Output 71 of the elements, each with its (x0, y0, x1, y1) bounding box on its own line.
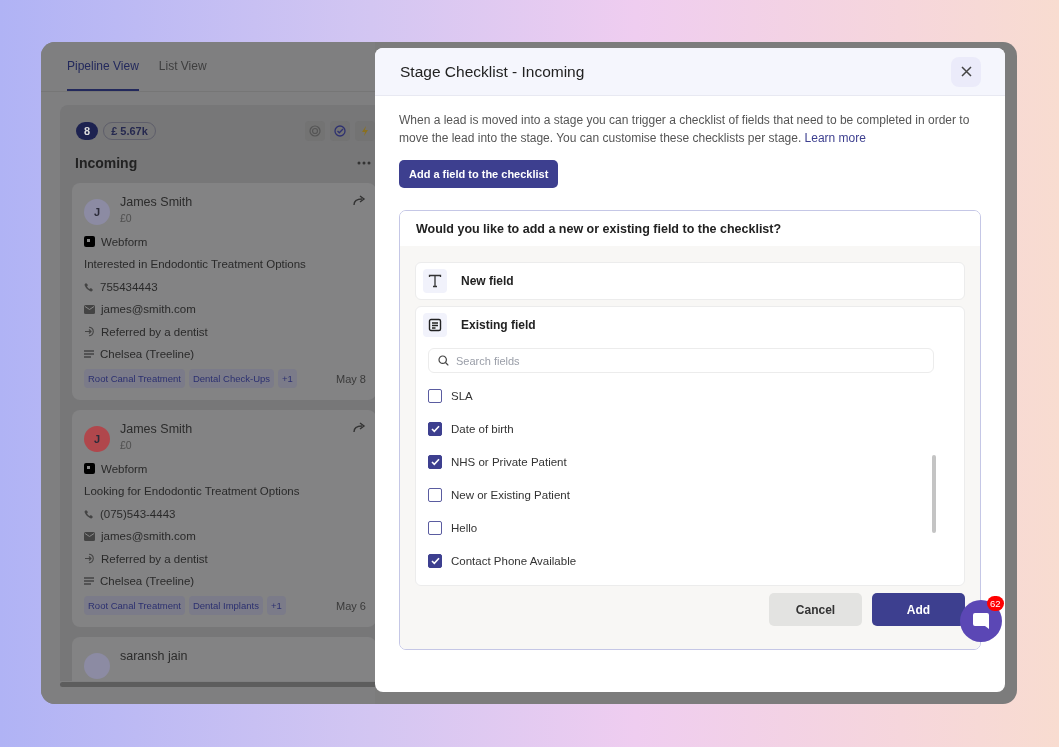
lead-location: Chelsea (Treeline) (100, 348, 195, 360)
checkbox[interactable] (428, 520, 442, 535)
learn-more-link[interactable]: Learn more (804, 131, 866, 145)
field-checkbox-row[interactable]: SLA (428, 379, 577, 412)
lead-source: Webform (101, 235, 148, 248)
add-field-button[interactable]: Add a field to the checklist (399, 160, 559, 188)
lead-referral: Referred by a dentist (101, 552, 208, 565)
checkbox[interactable] (428, 454, 442, 469)
field-checkbox-row[interactable]: Date of birth (428, 412, 577, 445)
field-checkbox-row[interactable]: Contact Phone Available (428, 544, 577, 577)
lead-name: saransh jain (120, 649, 189, 663)
avatar: J (84, 426, 110, 452)
forward-arrow-icon[interactable] (353, 422, 366, 433)
mail-icon (84, 304, 95, 314)
search-field[interactable]: Search fields (428, 348, 934, 373)
add-button[interactable]: Add (872, 593, 965, 626)
enter-icon (84, 553, 95, 564)
mail-icon (84, 531, 95, 541)
description-text: When a lead is moved into a stage you can trigger a checklist of fields that need to be completed in order to move the lead into the stage. You can customise these checklists per stage. Learn more (399, 112, 971, 147)
tag: Root Canal Treatment (84, 596, 185, 615)
tag: Dental Implants (188, 596, 263, 615)
forward-arrow-icon[interactable] (353, 195, 366, 206)
chat-bubble-icon (972, 612, 990, 630)
column-title: Incoming (75, 155, 138, 171)
enter-icon (84, 326, 95, 337)
lead-name: James Smith (120, 422, 194, 436)
lead-referral: Referred by a dentist (101, 325, 208, 338)
tag: Dental Check-Ups (188, 369, 275, 388)
lead-count-badge: 8 (76, 122, 99, 140)
lead-note: Looking for Endodontic Treatment Options (84, 485, 300, 497)
lead-email: james@smith.com (101, 530, 196, 542)
lead-phone: 755434443 (100, 280, 158, 293)
lead-note: Interested in Endodontic Treatment Options (84, 258, 306, 270)
phone-icon (84, 508, 94, 519)
field-checkbox-row[interactable]: NHS or Private Patient (428, 445, 577, 478)
cancel-button[interactable]: Cancel (769, 593, 862, 626)
more-tags-badge: +1 (278, 369, 297, 388)
form-icon (84, 236, 95, 247)
lead-name: James Smith (120, 195, 194, 209)
lead-location: Chelsea (Treeline) (100, 575, 195, 587)
vertical-scrollbar[interactable] (932, 455, 936, 533)
lead-email: james@smith.com (101, 303, 196, 315)
list-icon (84, 349, 94, 359)
field-option[interactable]: New field (415, 262, 965, 300)
lead-date: May 6 (336, 599, 366, 612)
option-label: New field (461, 274, 514, 288)
list-icon (84, 576, 94, 586)
phone-icon (84, 281, 94, 292)
lead-source: Webform (101, 462, 148, 475)
lead-phone: (075)543-4443 (100, 507, 176, 520)
field-checkbox-row[interactable]: New or Existing Patient (428, 478, 577, 511)
lead-date: May 8 (336, 372, 366, 385)
text-icon (423, 269, 447, 293)
view-tab[interactable]: Pipeline View (67, 42, 139, 91)
checkbox[interactable] (428, 487, 442, 502)
dialog-title: Stage Checklist - Incoming (400, 62, 585, 81)
lead-card[interactable]: saransh jain (72, 637, 375, 681)
document-icon (423, 313, 447, 337)
field-checkbox-row[interactable]: Hello (428, 511, 577, 544)
more-icon[interactable] (357, 161, 371, 165)
checkbox[interactable] (428, 553, 442, 568)
checkbox[interactable] (428, 388, 442, 403)
option-label: Existing field (461, 318, 536, 332)
tag: Root Canal Treatment (84, 369, 185, 388)
avatar: J (84, 199, 110, 225)
form-icon (84, 463, 95, 474)
more-tags-badge: +1 (266, 596, 286, 615)
field-option[interactable]: Existing field Search fields SLA Date of birth NHS or Private Patient New or Existing Patient Hello Contact Phone Available (415, 306, 965, 586)
close-button[interactable] (951, 56, 981, 87)
checkbox[interactable] (428, 421, 442, 436)
close-icon (960, 66, 972, 77)
